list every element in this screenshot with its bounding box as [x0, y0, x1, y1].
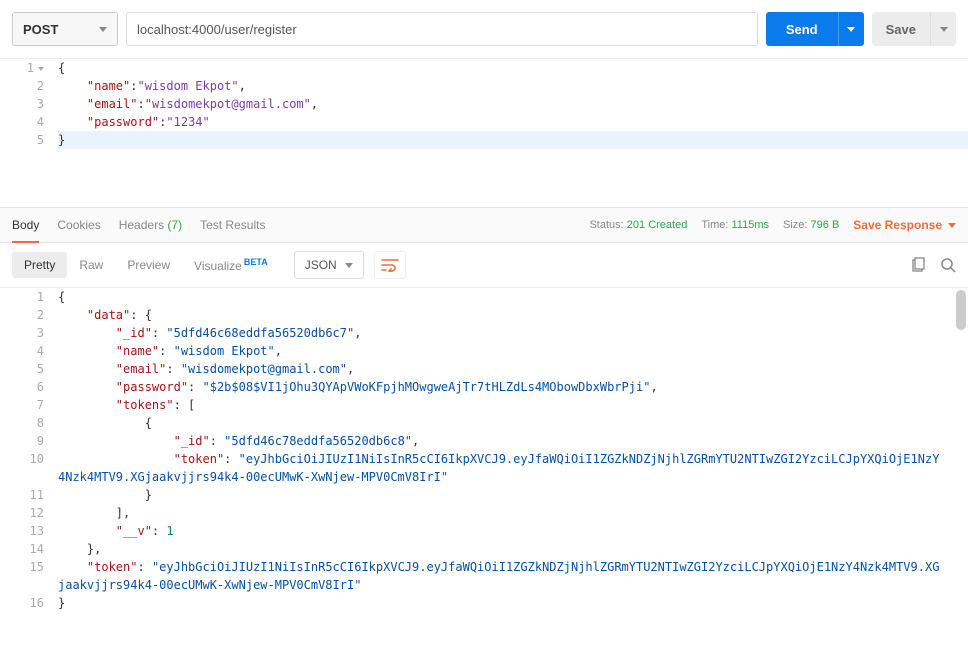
save-response-button[interactable]: Save Response: [853, 218, 956, 232]
save-response-label: Save Response: [853, 218, 942, 232]
save-dropdown-button[interactable]: [930, 12, 956, 46]
chevron-down-icon: [940, 27, 948, 32]
time-value: 1115ms: [731, 219, 769, 231]
view-tab-raw[interactable]: Raw: [67, 252, 115, 278]
http-method-label: POST: [23, 22, 58, 37]
beta-badge: BETA: [244, 257, 268, 267]
tab-test-results[interactable]: Test Results: [200, 218, 265, 232]
format-label: JSON: [305, 258, 337, 272]
request-url-input[interactable]: [126, 12, 758, 46]
line-wrap-button[interactable]: [374, 251, 406, 279]
scrollbar[interactable]: [956, 290, 966, 330]
tab-headers-label: Headers: [119, 218, 164, 232]
line-wrap-icon: [381, 258, 399, 272]
copy-icon[interactable]: [910, 257, 926, 273]
time-label: Time: 1115ms: [701, 219, 769, 231]
save-button[interactable]: Save: [872, 12, 930, 46]
tab-cookies[interactable]: Cookies: [57, 218, 100, 232]
view-tab-preview[interactable]: Preview: [115, 252, 182, 278]
size-value: 796 B: [811, 219, 840, 231]
status-value: 201 Created: [627, 219, 688, 231]
headers-count: (7): [167, 218, 182, 232]
visualize-label: Visualize: [194, 259, 242, 273]
response-format-select[interactable]: JSON: [294, 251, 364, 279]
tab-headers[interactable]: Headers (7): [119, 218, 182, 232]
send-dropdown-button[interactable]: [838, 12, 864, 46]
search-icon[interactable]: [940, 257, 956, 273]
tab-body[interactable]: Body: [12, 218, 39, 232]
chevron-down-icon: [345, 263, 353, 268]
status-label: Status: 201 Created: [589, 219, 687, 231]
chevron-down-icon: [948, 223, 956, 228]
response-body-viewer[interactable]: 12345678910111213141516 { "data": { "_id…: [0, 288, 968, 620]
send-button[interactable]: Send: [766, 12, 838, 46]
chevron-down-icon: [99, 27, 107, 32]
view-tab-visualize[interactable]: VisualizeBETA: [182, 251, 280, 279]
request-body-editor[interactable]: 12345 { "name":"wisdom Ekpot", "email":"…: [0, 58, 968, 207]
http-method-select[interactable]: POST: [12, 12, 118, 46]
view-tab-pretty[interactable]: Pretty: [12, 252, 67, 278]
chevron-down-icon: [847, 27, 855, 32]
size-label: Size: 796 B: [783, 219, 839, 231]
